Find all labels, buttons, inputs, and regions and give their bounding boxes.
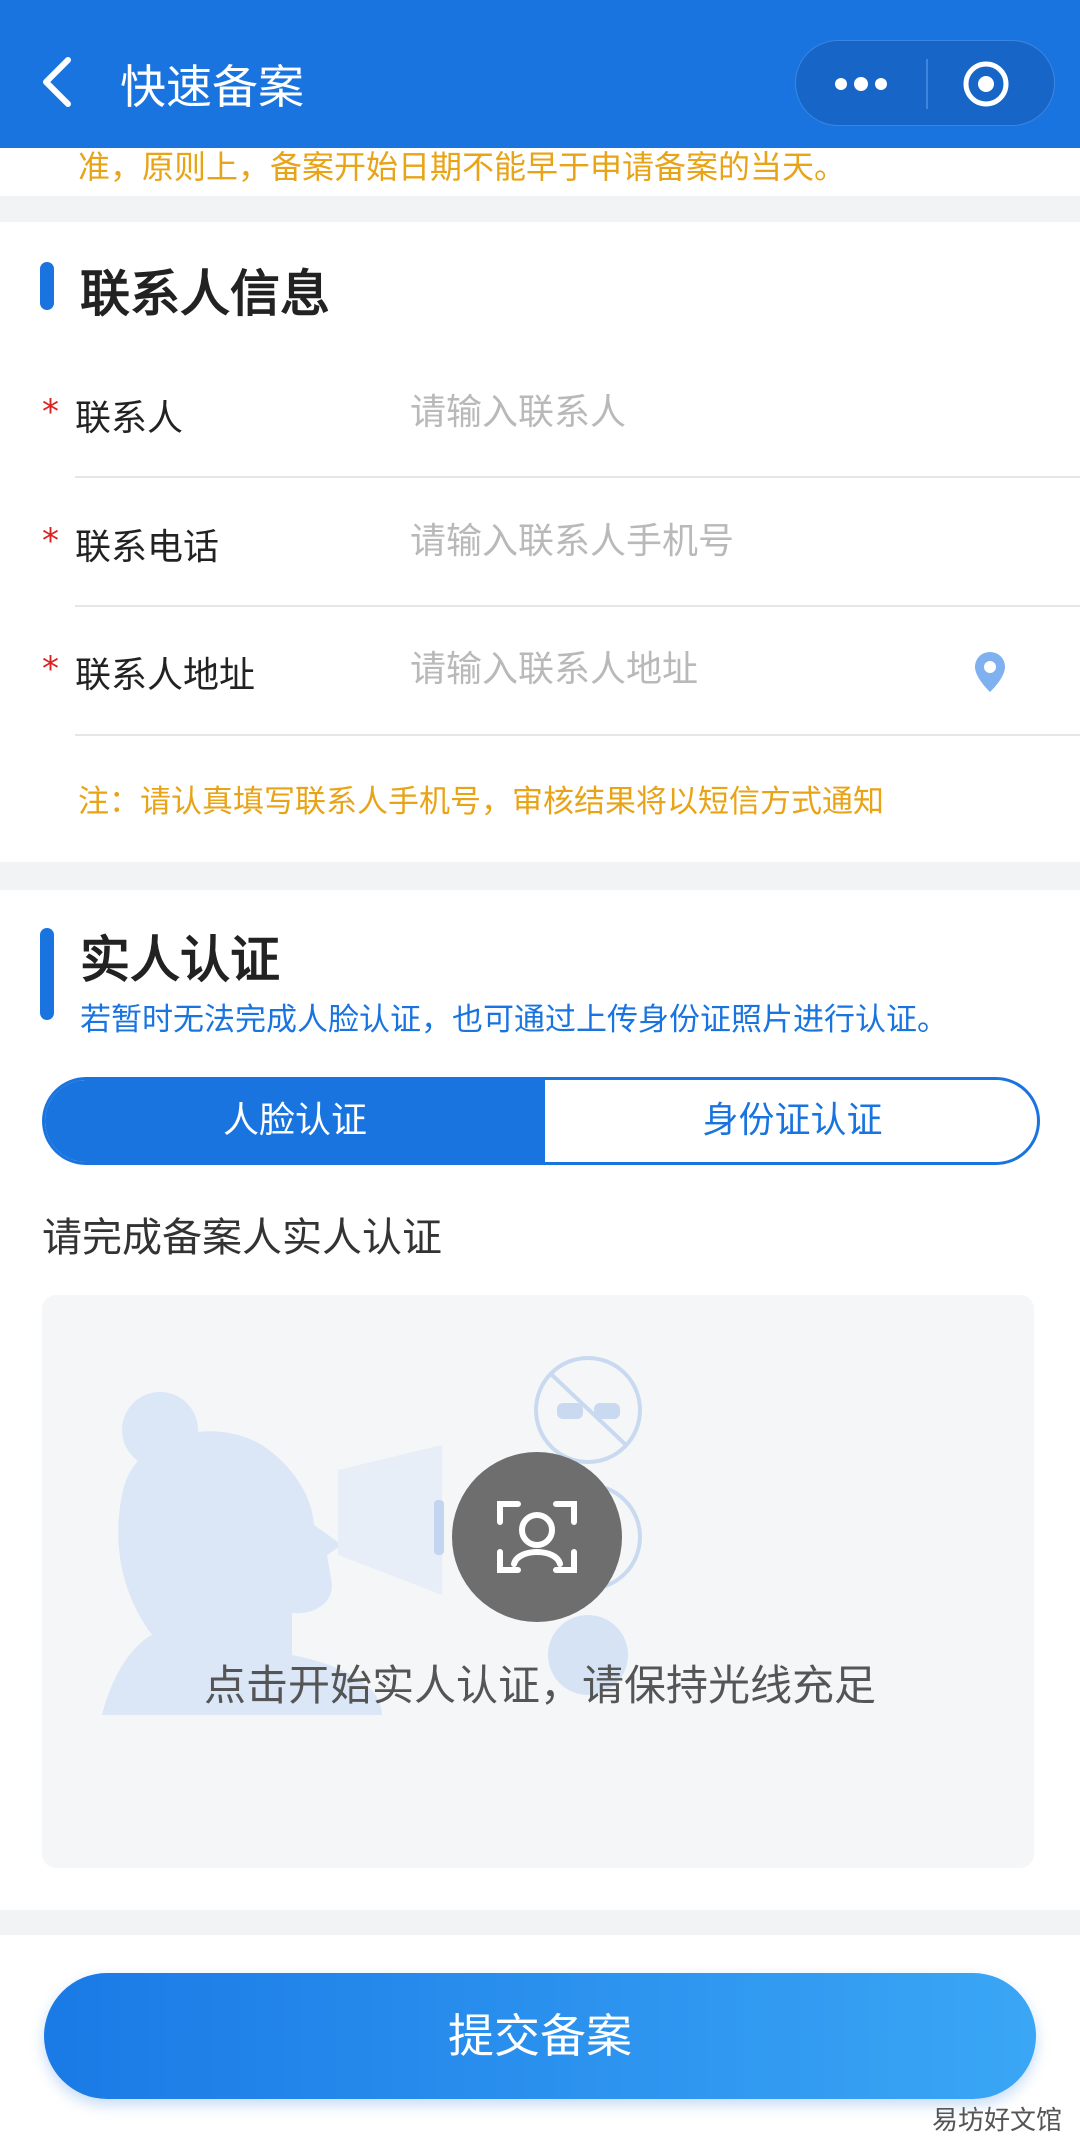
field-divider (75, 476, 1080, 478)
required-mark: * (42, 521, 59, 561)
verification-subtitle: 若暂时无法完成人脸认证，也可通过上传身份证照片进行认证。 (80, 1002, 948, 1038)
close-target-icon[interactable] (961, 59, 1011, 109)
capsule-divider (926, 59, 928, 109)
contact-phone-label: 联系电话 (75, 527, 220, 568)
section-accent-bar (40, 928, 54, 1020)
location-pin-icon[interactable] (972, 650, 1008, 694)
phone-notice: 注：请认真填写联系人手机号，审核结果将以短信方式通知 (78, 784, 884, 820)
face-scan-icon (497, 1501, 577, 1573)
verification-method-tabs: 人脸认证 身份证认证 (42, 1077, 1040, 1165)
contact-address-input[interactable] (410, 644, 950, 694)
submit-filing-button[interactable]: 提交备案 (44, 1973, 1036, 2099)
watermark: 易坊好文馆 (932, 2106, 1063, 2136)
required-mark: * (42, 392, 59, 432)
section-accent-bar (40, 262, 54, 310)
verification-section-title: 实人认证 (80, 931, 280, 989)
contact-section-title: 联系人信息 (80, 265, 330, 323)
tab-id-card-verification[interactable]: 身份证认证 (545, 1080, 1037, 1162)
filing-notice-text: 准，原则上，备案开始日期不能早于申请备案的当天。 (78, 148, 847, 186)
more-icon[interactable] (826, 61, 896, 107)
contact-phone-input[interactable] (410, 516, 1010, 566)
back-arrow-icon[interactable] (38, 52, 78, 112)
field-divider (75, 734, 1080, 736)
contact-name-label: 联系人 (75, 398, 184, 439)
filing-notice-strip: 准，原则上，备案开始日期不能早于申请备案的当天。 (0, 148, 1080, 196)
verification-prompt: 请完成备案人实人认证 (42, 1215, 442, 1261)
contact-name-input[interactable] (410, 387, 1010, 437)
start-face-verification-button[interactable] (452, 1452, 622, 1622)
page-title: 快速备案 (120, 60, 304, 114)
nav-bar: 快速备案 (0, 0, 1080, 148)
field-divider (75, 605, 1080, 607)
mini-program-capsule (795, 40, 1055, 126)
face-verification-hint: 点击开始实人认证，请保持光线充足 (203, 1661, 876, 1710)
required-mark: * (42, 649, 59, 689)
contact-address-label: 联系人地址 (75, 655, 256, 696)
tab-face-verification[interactable]: 人脸认证 (45, 1080, 545, 1162)
